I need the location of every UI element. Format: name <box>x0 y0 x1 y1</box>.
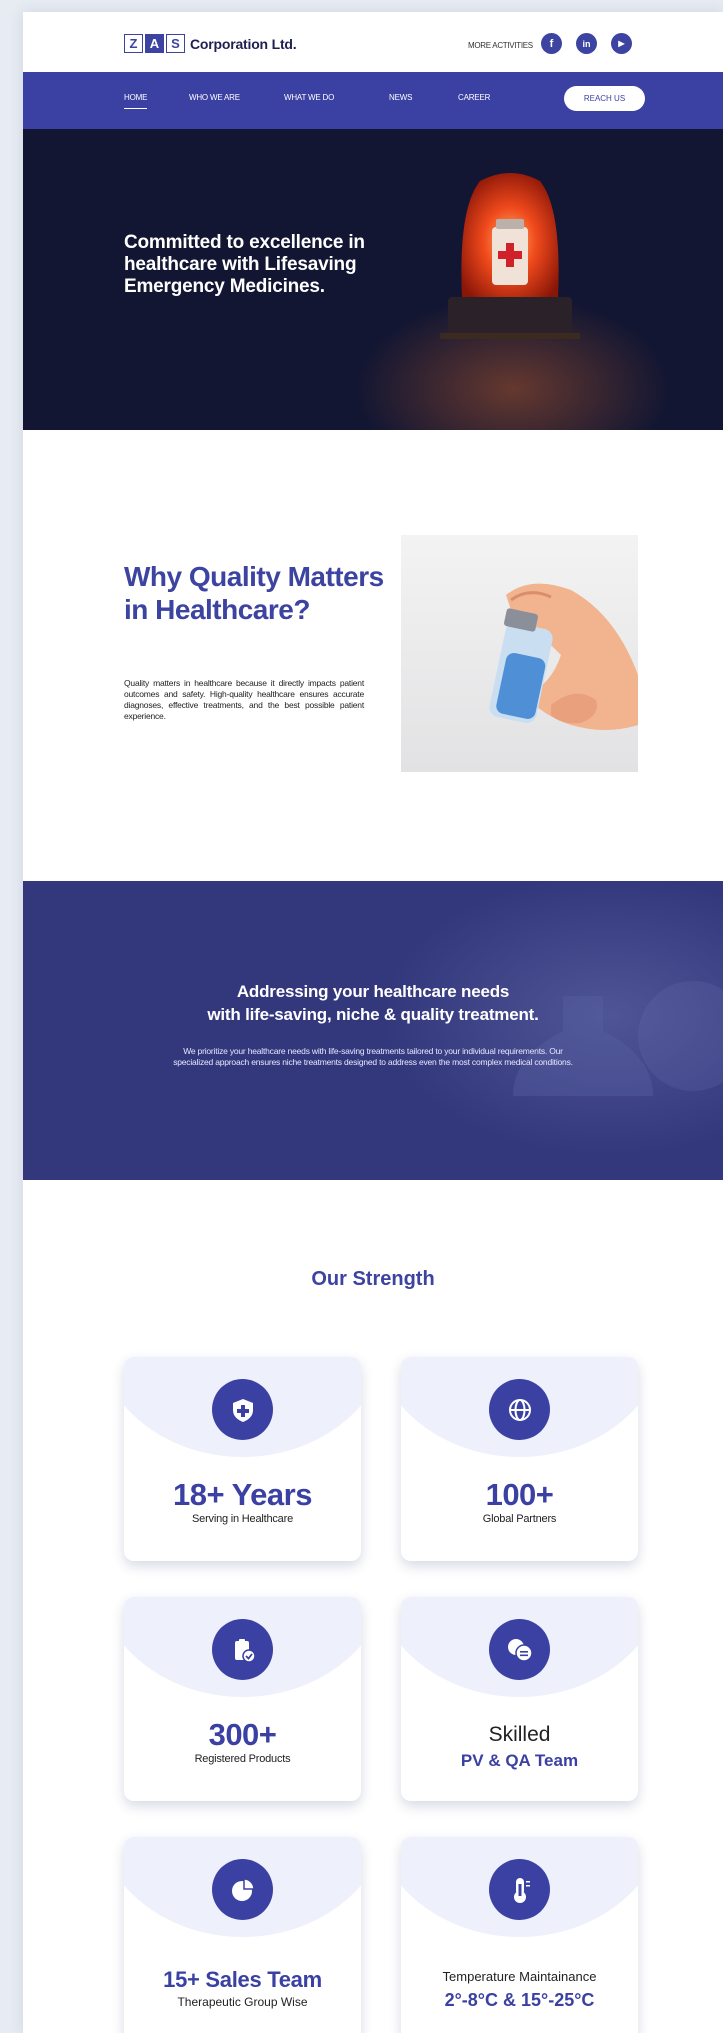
strength-label: Temperature Maintainance <box>442 1969 597 1984</box>
linkedin-icon[interactable]: in <box>576 33 597 54</box>
nav-item-what-we-do[interactable]: WHAT WE DO <box>284 93 334 102</box>
thermometer-icon <box>489 1859 550 1920</box>
healthcare-needs-title-line-2: with life-saving, niche & quality treatm… <box>207 1005 539 1024</box>
strength-label: Therapeutic Group Wise <box>177 1995 308 2009</box>
healthcare-needs-title-line-1: Addressing your healthcare needs <box>236 982 510 1001</box>
strength-value: 2°-8°C & 15°-25°C <box>444 1990 595 2010</box>
strength-card-years: 18+ Years Serving in Healthcare <box>124 1357 361 1561</box>
logo-letter-a: A <box>145 34 164 53</box>
strength-card-temperature: Temperature Maintainance 2°-8°C & 15°-25… <box>401 1837 638 2033</box>
logo-company-name: Corporation Ltd. <box>190 35 297 52</box>
strength-label: Global Partners <box>482 1513 557 1525</box>
strength-label: Registered Products <box>194 1753 291 1765</box>
nav-item-who-we-are[interactable]: WHO WE ARE <box>189 93 240 102</box>
more-activities-link[interactable]: MORE ACTIVITIES <box>468 41 533 50</box>
strength-value: 15+ Sales Team <box>163 1967 322 1992</box>
strength-value: 100+ <box>485 1477 554 1512</box>
nav-item-career[interactable]: CAREER <box>458 93 490 102</box>
strength-card-partners: 100+ Global Partners <box>401 1357 638 1561</box>
chat-bubbles-icon <box>489 1619 550 1680</box>
nav-item-news[interactable]: NEWS <box>389 93 412 102</box>
hero-title: Committed to excellence in healthcare wi… <box>124 232 365 297</box>
strength-value: 300+ <box>208 1717 277 1752</box>
facebook-icon[interactable]: f <box>541 33 562 54</box>
strength-card-products: 300+ Registered Products <box>124 1597 361 1801</box>
quality-text: Quality matters in healthcare because it… <box>124 678 364 721</box>
emergency-siren-image <box>440 173 580 339</box>
healthcare-needs-text: We prioritize your healthcare needs with… <box>173 1046 573 1067</box>
logo-letter-s: S <box>166 34 185 53</box>
strength-value: Skilled <box>488 1723 551 1746</box>
hero-banner: Committed to excellence in healthcare wi… <box>23 129 723 430</box>
top-bar: Z A S Corporation Ltd. MORE ACTIVITIES f… <box>23 12 723 72</box>
globe-icon <box>489 1379 550 1440</box>
strength-card-team: Skilled PV & QA Team <box>401 1597 638 1801</box>
pie-chart-icon <box>212 1859 273 1920</box>
youtube-icon[interactable]: ▶ <box>611 33 632 54</box>
strength-value: 18+ Years <box>173 1477 312 1512</box>
quality-title: Why Quality Matters in Healthcare? <box>124 561 384 625</box>
page: Z A S Corporation Ltd. MORE ACTIVITIES f… <box>23 12 723 2033</box>
healthcare-needs-banner: Addressing your healthcare needs with li… <box>23 881 723 1180</box>
nav-item-home[interactable]: HOME <box>124 93 148 109</box>
vial-hand-image <box>401 535 638 772</box>
strength-card-sales: 15+ Sales Team Therapeutic Group Wise <box>124 1837 361 2033</box>
strength-label: Serving in Healthcare <box>192 1513 293 1525</box>
reach-us-button[interactable]: REACH US <box>564 86 645 111</box>
logo-letter-z: Z <box>124 34 143 53</box>
strength-label: PV & QA Team <box>460 1751 579 1770</box>
strength-title: Our Strength <box>311 1268 435 1290</box>
clipboard-check-icon <box>212 1619 273 1680</box>
logo[interactable]: Z A S Corporation Ltd. <box>124 34 297 53</box>
shield-plus-icon <box>212 1379 273 1440</box>
healthcare-needs-title: Addressing your healthcare needs with li… <box>23 980 723 1026</box>
